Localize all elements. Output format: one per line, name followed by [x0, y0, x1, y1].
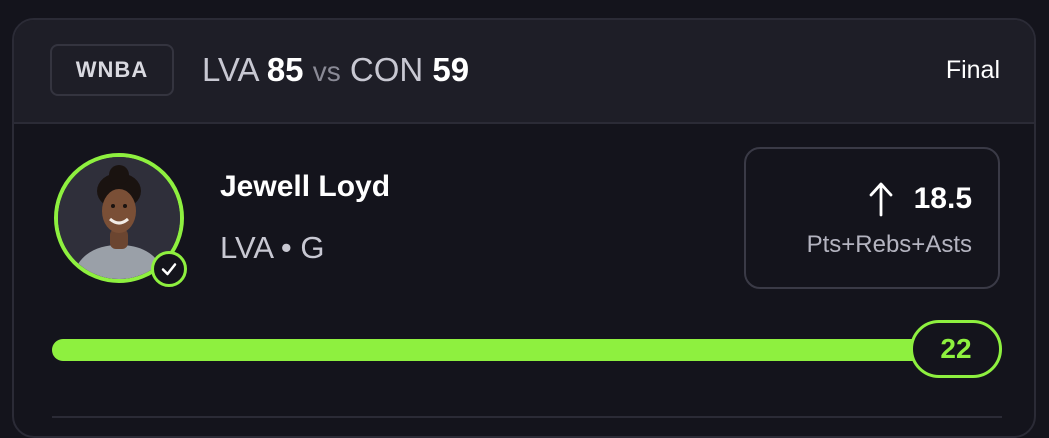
game-header: WNBA LVA 85 vs CON 59 Final: [14, 20, 1034, 124]
game-status: Final: [945, 56, 1000, 84]
prop-line-box[interactable]: 18.5 Pts+Rebs+Asts: [744, 147, 1000, 289]
prop-stat-type: Pts+Rebs+Asts: [806, 231, 972, 258]
home-team: LVA: [202, 51, 258, 88]
player-team-position: LVA • G: [220, 230, 325, 266]
prop-line-row: 18.5: [868, 181, 972, 217]
result-progress-bar: [52, 339, 992, 361]
result-progress-fill: [52, 339, 992, 361]
away-team: CON: [349, 51, 424, 88]
league-badge: WNBA: [50, 44, 174, 96]
versus-label: vs: [312, 56, 341, 87]
player-position: G: [300, 230, 325, 265]
away-score: 59: [432, 51, 470, 88]
home-score: 85: [266, 51, 304, 88]
prop-line-value: 18.5: [913, 182, 972, 215]
verified-check-badge: [151, 251, 187, 287]
player-team: LVA: [220, 230, 273, 265]
actual-result-pill: 22: [910, 320, 1002, 378]
game-matchup: LVA 85 vs CON 59: [202, 50, 469, 92]
prop-card[interactable]: WNBA LVA 85 vs CON 59 Final Jewell Loyd …: [12, 18, 1036, 438]
check-icon: [161, 263, 177, 276]
player-name: Jewell Loyd: [220, 170, 391, 203]
meta-separator: •: [280, 230, 292, 265]
arrow-up-icon: [869, 182, 893, 217]
